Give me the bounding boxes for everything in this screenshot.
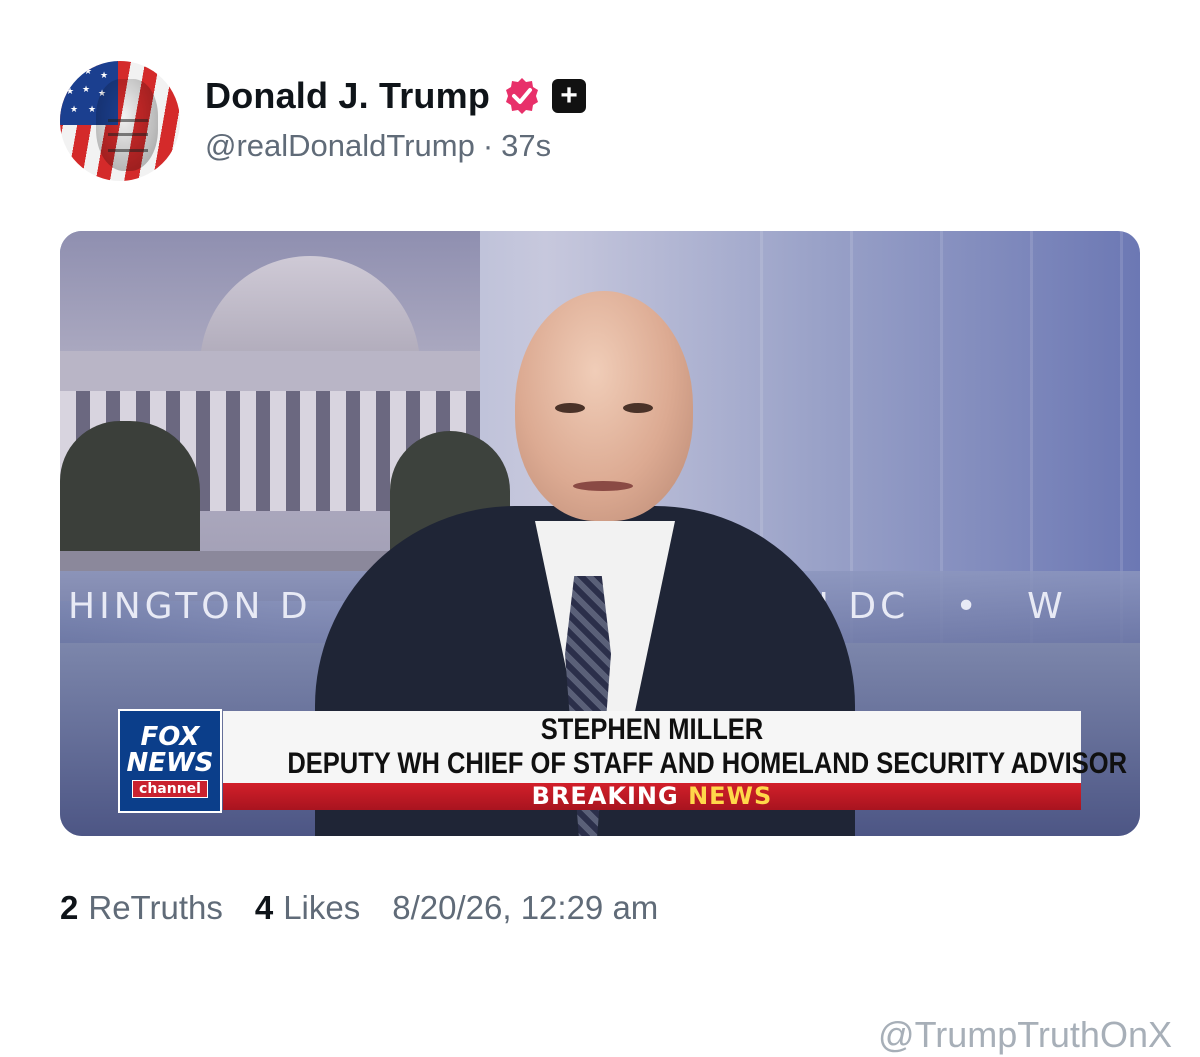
chyron-name: STEPHEN MILLER xyxy=(540,713,764,746)
speaker-mouth xyxy=(573,481,633,491)
likes-count: 4 xyxy=(254,889,274,926)
retruths-label: ReTruths xyxy=(88,889,223,926)
chyron-title: DEPUTY WH CHIEF OF STAFF AND HOMELAND SE… xyxy=(287,747,1127,780)
background-text-right: N DC • W xyxy=(802,586,1067,627)
likes-stat[interactable]: 4 Likes xyxy=(255,889,360,927)
meta-separator: · xyxy=(482,128,494,163)
chyron-banner: BREAKING NEWS xyxy=(223,783,1081,810)
speaker-eye-left xyxy=(555,403,585,413)
likes-label: Likes xyxy=(283,889,361,926)
post-media-video[interactable]: HINGTON D N DC • W FOX NEWS channel STEP… xyxy=(60,231,1140,836)
chyron-banner-news: NEWS xyxy=(688,782,773,810)
retruths-count: 2 xyxy=(60,889,79,926)
avatar-face xyxy=(96,79,158,171)
retruths-stat[interactable]: 2 ReTruths xyxy=(60,889,223,927)
post-time[interactable]: 37s xyxy=(501,128,551,164)
avatar-face-lines xyxy=(108,119,148,122)
trees-left xyxy=(60,421,200,551)
background-text-left: HINGTON D xyxy=(68,586,312,627)
verified-badge-icon xyxy=(506,78,539,114)
speaker-head xyxy=(515,291,693,521)
logo-line-3: channel xyxy=(132,780,208,798)
fox-news-logo: FOX NEWS channel xyxy=(118,709,222,813)
plus-badge-icon: + xyxy=(552,79,587,113)
author-name-row: Donald J. Trump + xyxy=(205,74,587,118)
author-meta: @realDonaldTrump · 37s xyxy=(205,128,551,164)
avatar[interactable]: ★★★ ★★★ ★★ xyxy=(60,61,180,181)
chyron-banner-breaking: BREAKING xyxy=(531,782,679,810)
speaker-eye-right xyxy=(623,403,653,413)
author-handle[interactable]: @realDonaldTrump xyxy=(205,128,475,164)
post-timestamp: 8/20/26, 12:29 am xyxy=(392,889,659,926)
watermark: @TrumpTruthOnX xyxy=(878,1014,1172,1055)
news-chyron: STEPHEN MILLER DEPUTY WH CHIEF OF STAFF … xyxy=(223,711,1127,810)
author-name[interactable]: Donald J. Trump xyxy=(205,75,490,117)
memorial-portico xyxy=(60,351,480,391)
post-stats: 2 ReTruths 4 Likes 8/20/26, 12:29 am xyxy=(60,889,658,927)
logo-line-1: FOX xyxy=(140,722,200,752)
logo-line-2: NEWS xyxy=(126,748,214,778)
